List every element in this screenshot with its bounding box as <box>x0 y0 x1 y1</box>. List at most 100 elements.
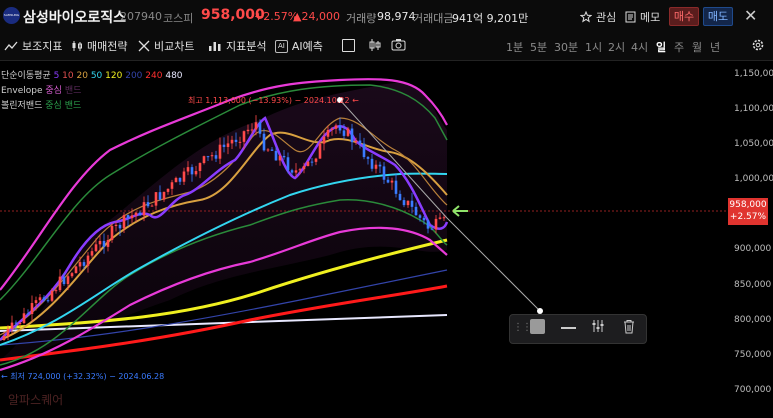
timeframe-day[interactable]: 일 <box>656 39 666 55</box>
candle-body <box>262 133 266 151</box>
candle-body <box>422 217 426 221</box>
drag-handle-icon[interactable]: ⋮⋮ <box>513 322 532 333</box>
candle-body <box>354 140 358 143</box>
candle-body <box>54 290 58 292</box>
watch-button[interactable]: 관심 <box>580 9 616 25</box>
candle-body <box>218 144 222 159</box>
candle-body <box>310 161 314 163</box>
timeframe-1min[interactable]: 1분 <box>506 39 523 55</box>
y-tick: 750,000 <box>734 350 772 360</box>
timeframe-year[interactable]: 년 <box>710 39 720 55</box>
line-style-button[interactable] <box>561 327 576 329</box>
candle-body <box>146 202 150 207</box>
y-tick: 1,000,000 <box>734 174 773 184</box>
candle-body <box>430 228 434 230</box>
candle-body <box>306 161 310 167</box>
timeframe-month[interactable]: 월 <box>692 39 702 55</box>
candle-body <box>154 192 158 206</box>
settings-sliders-icon[interactable] <box>591 319 605 333</box>
candle-body <box>362 143 366 158</box>
candle-body <box>398 193 402 201</box>
candle-body <box>322 136 326 144</box>
ai-predict-button[interactable]: AI AI예측 <box>275 38 323 54</box>
company-logo: SAMSUNG BIOLOGICS <box>3 7 20 24</box>
buy-button[interactable]: 매수 <box>669 7 699 26</box>
candle-body <box>162 191 166 200</box>
trash-icon[interactable] <box>622 319 636 334</box>
compare-label: 비교차트 <box>154 40 195 53</box>
candle-body <box>70 273 74 277</box>
change-percent: +2.57% <box>254 10 299 23</box>
square-tool-icon[interactable] <box>342 39 355 52</box>
camera-icon[interactable] <box>391 38 406 51</box>
color-swatch-button[interactable] <box>530 319 545 334</box>
y-tick: 1,100,000 <box>734 104 773 114</box>
candle-body <box>278 155 282 161</box>
close-icon[interactable]: ✕ <box>744 6 757 25</box>
memo-icon <box>625 11 636 23</box>
candle-body <box>318 143 322 159</box>
trendline-lower[interactable] <box>446 217 541 312</box>
candle-body <box>98 240 102 245</box>
compare-icon <box>138 40 150 52</box>
envelope-band-legend: 밴드 <box>64 86 82 96</box>
candle-body <box>2 336 6 340</box>
candle-body <box>442 217 446 219</box>
candle-body <box>178 177 182 182</box>
candle-body <box>410 200 414 207</box>
candle-body <box>342 130 346 136</box>
candle-body <box>266 149 270 151</box>
ma-legend-label: 단순이동평균 <box>1 71 51 81</box>
timeframe-5min[interactable]: 5분 <box>530 39 547 55</box>
sell-button[interactable]: 매도 <box>703 7 733 26</box>
timeframe-30min[interactable]: 30분 <box>554 39 578 55</box>
candle-body <box>38 297 42 301</box>
market-label: 코스피 <box>163 12 194 25</box>
compare-button[interactable]: 비교차트 <box>138 38 194 54</box>
candle-body <box>118 224 122 229</box>
candle-body <box>326 129 330 137</box>
candle-body <box>90 251 94 256</box>
ma-480-legend: 480 <box>165 71 183 81</box>
memo-button[interactable]: 메모 <box>625 9 660 25</box>
timeframe-2h[interactable]: 2시 <box>608 39 625 55</box>
gear-icon[interactable] <box>751 38 765 52</box>
candle-body <box>414 206 418 216</box>
last-price-percent: +2.57% <box>729 212 767 222</box>
candle-body <box>230 139 234 144</box>
candle-body <box>14 322 18 324</box>
indicators-label: 보조지표 <box>22 40 63 53</box>
price-axis[interactable] <box>728 61 773 418</box>
price-chart[interactable] <box>0 61 728 418</box>
candle-body <box>170 182 174 189</box>
candle-body <box>6 328 10 337</box>
candle-body <box>190 167 194 175</box>
y-tick: 800,000 <box>734 315 772 325</box>
candle-body <box>314 158 318 162</box>
timeframe-week[interactable]: 주 <box>674 39 684 55</box>
candle-body <box>374 164 378 169</box>
indicators-button[interactable]: 보조지표 <box>4 38 62 54</box>
candle-body <box>406 200 410 206</box>
candle-body <box>30 303 34 315</box>
candle-body <box>166 188 170 192</box>
strategy-button[interactable]: 매매전략 <box>71 38 127 54</box>
indicator-icon <box>4 41 18 51</box>
candle-body <box>214 155 218 159</box>
analysis-button[interactable]: 지표분석 <box>208 38 266 54</box>
timeframe-1h[interactable]: 1시 <box>585 39 602 55</box>
candle-body <box>34 300 38 304</box>
candle-body <box>182 171 186 182</box>
candle-body <box>274 150 278 161</box>
candle-body <box>378 164 382 167</box>
ai-predict-label: AI예측 <box>291 40 323 53</box>
candle-body <box>150 205 154 207</box>
candle-body <box>330 128 334 130</box>
last-price-label: 958,000 +2.57% <box>728 198 768 225</box>
candle-body <box>46 300 50 302</box>
candle-body <box>382 166 386 180</box>
timeframe-4h[interactable]: 4시 <box>631 39 648 55</box>
candlestick-icon[interactable] <box>368 38 382 52</box>
candle-body <box>242 131 246 142</box>
analysis-label: 지표분석 <box>226 40 267 53</box>
